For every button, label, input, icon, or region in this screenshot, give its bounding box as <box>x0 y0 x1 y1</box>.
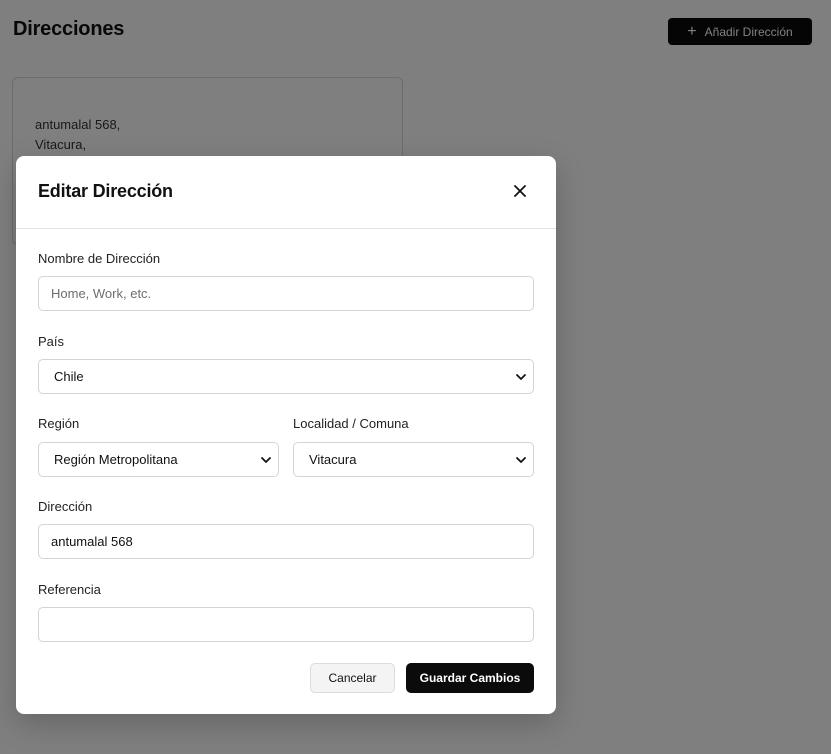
region-select[interactable]: Región Metropolitana <box>38 442 279 477</box>
chevron-down-icon <box>516 374 526 380</box>
address-input[interactable] <box>38 524 534 559</box>
chevron-down-icon <box>261 457 271 463</box>
address-label: Dirección <box>38 499 93 514</box>
region-label: Región <box>38 416 80 431</box>
commune-select[interactable]: Vitacura <box>293 442 534 477</box>
reference-label: Referencia <box>38 582 101 597</box>
cancel-button[interactable]: Cancelar <box>310 663 395 693</box>
save-changes-button[interactable]: Guardar Cambios <box>406 663 534 693</box>
name-label: Nombre de Dirección <box>38 251 161 266</box>
country-select-value: Chile <box>54 369 84 384</box>
chevron-down-icon <box>516 457 526 463</box>
country-select[interactable]: Chile <box>38 359 534 394</box>
modal-header: Editar Dirección <box>16 156 556 229</box>
modal-title: Editar Dirección <box>38 181 173 201</box>
close-icon <box>514 185 526 197</box>
reference-input[interactable] <box>38 607 534 642</box>
region-select-value: Región Metropolitana <box>54 452 178 467</box>
close-button[interactable] <box>510 181 530 201</box>
address-name-input[interactable] <box>38 276 534 311</box>
country-label: País <box>38 334 65 349</box>
commune-select-value: Vitacura <box>309 452 357 467</box>
commune-label: Localidad / Comuna <box>293 416 409 431</box>
edit-address-modal: Editar Dirección Nombre de Dirección Paí… <box>16 156 556 714</box>
